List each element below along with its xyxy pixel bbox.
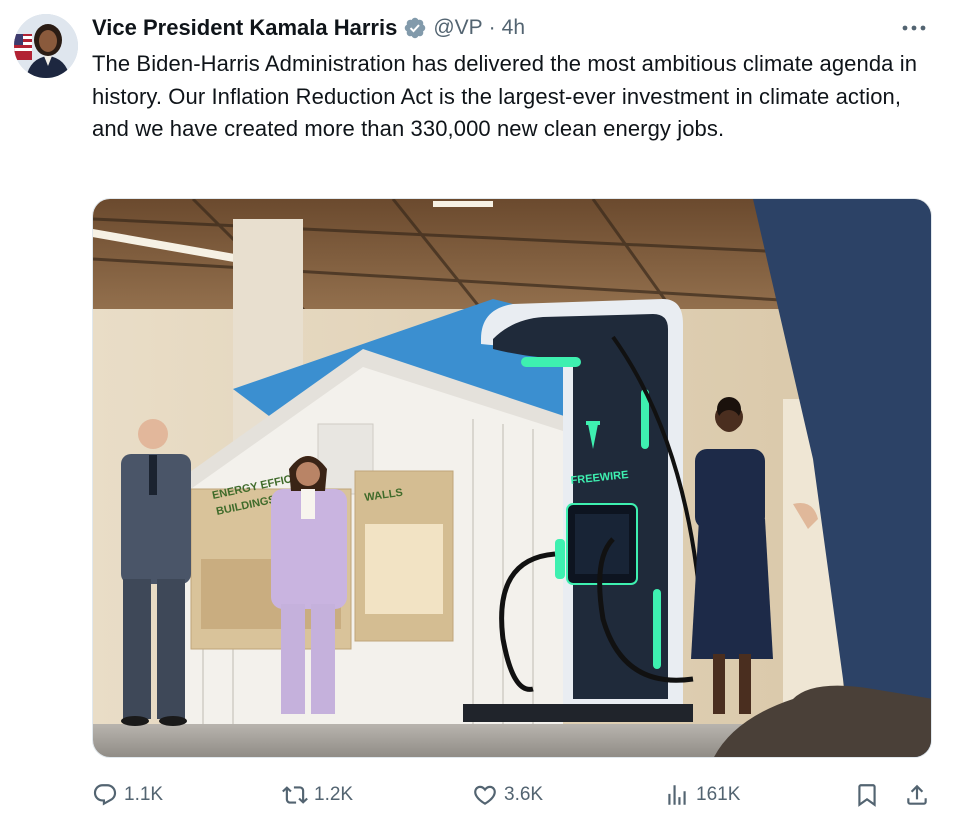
tweet-timestamp[interactable]: 4h xyxy=(502,16,525,40)
views-button[interactable]: 161K xyxy=(664,778,740,812)
reply-icon xyxy=(93,784,117,806)
more-options-icon[interactable] xyxy=(898,14,930,42)
reply-count: 1.1K xyxy=(124,784,164,805)
separator-dot: · xyxy=(488,16,496,39)
author-avatar[interactable] xyxy=(14,14,78,78)
share-button[interactable] xyxy=(904,778,930,812)
views-count: 161K xyxy=(696,784,741,805)
tweet-action-bar: 1.1K 1.2K 3.6K 161K xyxy=(92,778,942,812)
reply-button[interactable]: 1.1K xyxy=(92,778,163,812)
like-button[interactable]: 3.6K xyxy=(472,778,543,812)
repost-button[interactable]: 1.2K xyxy=(282,778,353,812)
bookmark-icon xyxy=(858,784,876,807)
tweet-header: Vice President Kamala Harris @VP · 4h xyxy=(92,12,525,44)
verified-badge-icon[interactable] xyxy=(403,16,427,40)
heart-icon xyxy=(474,785,496,805)
repost-icon xyxy=(282,786,308,804)
like-count: 3.6K xyxy=(504,784,544,805)
share-icon xyxy=(907,784,927,805)
tweet-photo[interactable]: ENERGY EFFICIENT BUILDINGS WALLS FREEWIR… xyxy=(92,198,932,758)
views-icon xyxy=(668,785,686,805)
tweet-text: The Biden-Harris Administration has deli… xyxy=(92,51,918,141)
author-name[interactable]: Vice President Kamala Harris xyxy=(92,15,397,41)
repost-count: 1.2K xyxy=(314,784,354,805)
bookmark-button[interactable] xyxy=(854,778,880,812)
author-handle[interactable]: @VP xyxy=(433,16,482,40)
